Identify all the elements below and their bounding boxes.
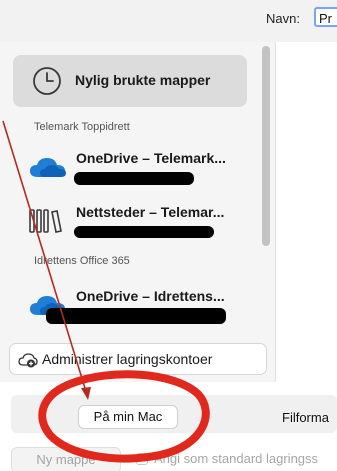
onedrive-cloud-icon: [30, 158, 66, 177]
recent-folders-label: Nylig brukte mapper: [75, 72, 211, 88]
default-location-checkbox[interactable]: [136, 453, 148, 465]
save-dialog: Navn: Pr Nylig brukte mapper Telemark To…: [0, 0, 337, 471]
section-title-idrettens: Idrettens Office 365: [34, 255, 130, 267]
sidebar-scrollbar[interactable]: [262, 46, 270, 256]
sidebar-item-sites-telemark[interactable]: Nettsteder – Telemar...: [28, 204, 243, 246]
sites-library-icon: [29, 209, 62, 233]
locations-sidebar: Nylig brukte mapper Telemark Toppidrett …: [0, 42, 276, 382]
name-input[interactable]: Pr: [314, 7, 337, 27]
file-browser-pane: [276, 42, 337, 382]
section-title-telemark: Telemark Toppidrett: [34, 121, 130, 133]
clock-icon: [33, 67, 61, 95]
default-location-label: Angi som standard lagringss: [154, 451, 319, 466]
redaction-mark: [74, 172, 194, 185]
sites-telemark-label: Nettsteder – Telemar...: [76, 204, 225, 220]
onedrive-telemark-label: OneDrive – Telemark...: [76, 150, 226, 166]
cloud-add-icon: [18, 353, 38, 368]
redaction-mark: [74, 226, 214, 238]
manage-storage-accounts-label: Administrer lagringskontoer: [42, 351, 213, 367]
sidebar-scrollbar-thumb[interactable]: [262, 46, 270, 246]
sidebar-item-onedrive-telemark[interactable]: OneDrive – Telemark...: [28, 150, 243, 192]
file-format-label: Filforma: [282, 410, 329, 425]
sidebar-item-onedrive-idrettens[interactable]: OneDrive – Idrettens...: [28, 288, 243, 330]
redaction-mark: [46, 308, 226, 324]
recent-folders-item[interactable]: Nylig brukte mapper: [13, 55, 247, 107]
onedrive-idrettens-label: OneDrive – Idrettens...: [76, 288, 225, 304]
name-label: Navn:: [266, 11, 300, 26]
new-folder-button[interactable]: Ny mappe: [11, 447, 121, 471]
manage-storage-accounts-button[interactable]: Administrer lagringskontoer: [9, 343, 267, 375]
on-my-mac-button[interactable]: På min Mac: [78, 405, 178, 429]
title-bar: Navn: Pr: [0, 0, 337, 42]
